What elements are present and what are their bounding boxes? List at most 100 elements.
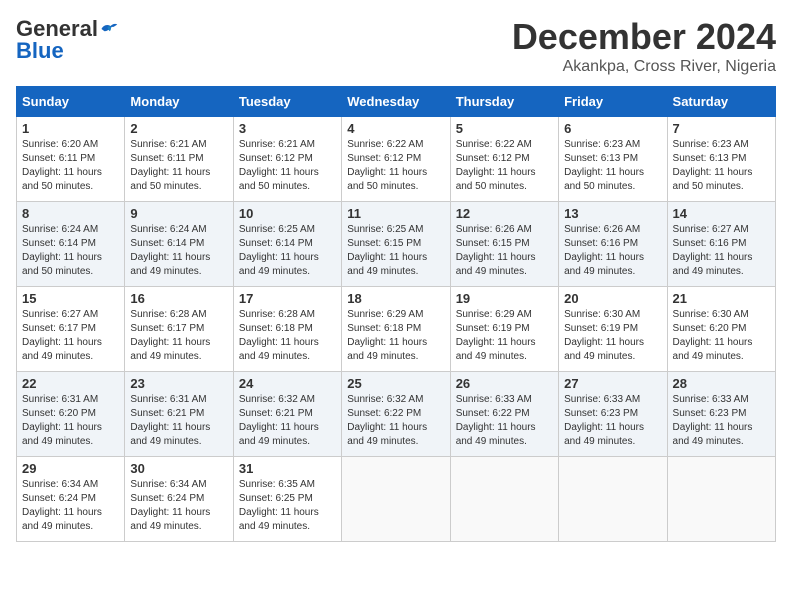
calendar-cell: 7 Sunrise: 6:23 AMSunset: 6:13 PMDayligh…: [667, 117, 775, 202]
calendar-cell: 24 Sunrise: 6:32 AMSunset: 6:21 PMDaylig…: [233, 372, 341, 457]
day-number: 26: [456, 376, 553, 391]
day-number: 16: [130, 291, 227, 306]
day-info: Sunrise: 6:25 AMSunset: 6:15 PMDaylight:…: [347, 224, 427, 277]
logo-blue: Blue: [16, 38, 64, 64]
weekday-header-cell: Wednesday: [342, 87, 450, 117]
day-number: 31: [239, 461, 336, 476]
day-info: Sunrise: 6:33 AMSunset: 6:23 PMDaylight:…: [564, 394, 644, 447]
day-info: Sunrise: 6:27 AMSunset: 6:16 PMDaylight:…: [673, 224, 753, 277]
day-number: 30: [130, 461, 227, 476]
calendar-cell: 4 Sunrise: 6:22 AMSunset: 6:12 PMDayligh…: [342, 117, 450, 202]
calendar-cell: [559, 457, 667, 542]
calendar-cell: 29 Sunrise: 6:34 AMSunset: 6:24 PMDaylig…: [17, 457, 125, 542]
day-number: 13: [564, 206, 661, 221]
day-number: 25: [347, 376, 444, 391]
day-info: Sunrise: 6:30 AMSunset: 6:20 PMDaylight:…: [673, 309, 753, 362]
title-block: December 2024 Akankpa, Cross River, Nige…: [512, 16, 776, 76]
calendar-cell: 28 Sunrise: 6:33 AMSunset: 6:23 PMDaylig…: [667, 372, 775, 457]
day-number: 24: [239, 376, 336, 391]
calendar-body: 1 Sunrise: 6:20 AMSunset: 6:11 PMDayligh…: [17, 117, 776, 542]
day-number: 15: [22, 291, 119, 306]
calendar-cell: 17 Sunrise: 6:28 AMSunset: 6:18 PMDaylig…: [233, 287, 341, 372]
weekday-header-cell: Saturday: [667, 87, 775, 117]
page-header: General Blue December 2024 Akankpa, Cros…: [16, 16, 776, 76]
day-info: Sunrise: 6:33 AMSunset: 6:23 PMDaylight:…: [673, 394, 753, 447]
day-number: 7: [673, 121, 770, 136]
day-info: Sunrise: 6:34 AMSunset: 6:24 PMDaylight:…: [130, 479, 210, 532]
day-number: 18: [347, 291, 444, 306]
calendar-cell: 20 Sunrise: 6:30 AMSunset: 6:19 PMDaylig…: [559, 287, 667, 372]
calendar-table: SundayMondayTuesdayWednesdayThursdayFrid…: [16, 86, 776, 542]
weekday-header-cell: Monday: [125, 87, 233, 117]
calendar-cell: 27 Sunrise: 6:33 AMSunset: 6:23 PMDaylig…: [559, 372, 667, 457]
day-info: Sunrise: 6:35 AMSunset: 6:25 PMDaylight:…: [239, 479, 319, 532]
calendar-cell: 11 Sunrise: 6:25 AMSunset: 6:15 PMDaylig…: [342, 202, 450, 287]
weekday-header-cell: Tuesday: [233, 87, 341, 117]
calendar-cell: 5 Sunrise: 6:22 AMSunset: 6:12 PMDayligh…: [450, 117, 558, 202]
logo-bird-icon: [100, 22, 118, 36]
day-info: Sunrise: 6:26 AMSunset: 6:15 PMDaylight:…: [456, 224, 536, 277]
calendar-week-row: 29 Sunrise: 6:34 AMSunset: 6:24 PMDaylig…: [17, 457, 776, 542]
day-number: 14: [673, 206, 770, 221]
location: Akankpa, Cross River, Nigeria: [512, 58, 776, 76]
calendar-cell: 9 Sunrise: 6:24 AMSunset: 6:14 PMDayligh…: [125, 202, 233, 287]
calendar-cell: 12 Sunrise: 6:26 AMSunset: 6:15 PMDaylig…: [450, 202, 558, 287]
day-info: Sunrise: 6:27 AMSunset: 6:17 PMDaylight:…: [22, 309, 102, 362]
day-info: Sunrise: 6:28 AMSunset: 6:18 PMDaylight:…: [239, 309, 319, 362]
day-info: Sunrise: 6:28 AMSunset: 6:17 PMDaylight:…: [130, 309, 210, 362]
day-info: Sunrise: 6:23 AMSunset: 6:13 PMDaylight:…: [673, 139, 753, 192]
day-number: 21: [673, 291, 770, 306]
day-info: Sunrise: 6:32 AMSunset: 6:21 PMDaylight:…: [239, 394, 319, 447]
day-info: Sunrise: 6:30 AMSunset: 6:19 PMDaylight:…: [564, 309, 644, 362]
calendar-cell: [667, 457, 775, 542]
calendar-cell: 31 Sunrise: 6:35 AMSunset: 6:25 PMDaylig…: [233, 457, 341, 542]
calendar-cell: [342, 457, 450, 542]
calendar-cell: 13 Sunrise: 6:26 AMSunset: 6:16 PMDaylig…: [559, 202, 667, 287]
day-number: 27: [564, 376, 661, 391]
day-number: 22: [22, 376, 119, 391]
calendar-week-row: 15 Sunrise: 6:27 AMSunset: 6:17 PMDaylig…: [17, 287, 776, 372]
calendar-cell: 8 Sunrise: 6:24 AMSunset: 6:14 PMDayligh…: [17, 202, 125, 287]
calendar-cell: 14 Sunrise: 6:27 AMSunset: 6:16 PMDaylig…: [667, 202, 775, 287]
calendar-cell: 30 Sunrise: 6:34 AMSunset: 6:24 PMDaylig…: [125, 457, 233, 542]
day-number: 20: [564, 291, 661, 306]
day-number: 6: [564, 121, 661, 136]
calendar-cell: 22 Sunrise: 6:31 AMSunset: 6:20 PMDaylig…: [17, 372, 125, 457]
day-number: 4: [347, 121, 444, 136]
month-title: December 2024: [512, 16, 776, 58]
day-info: Sunrise: 6:32 AMSunset: 6:22 PMDaylight:…: [347, 394, 427, 447]
weekday-header-cell: Thursday: [450, 87, 558, 117]
day-number: 9: [130, 206, 227, 221]
day-number: 23: [130, 376, 227, 391]
day-number: 28: [673, 376, 770, 391]
logo: General Blue: [16, 16, 118, 64]
calendar-cell: 19 Sunrise: 6:29 AMSunset: 6:19 PMDaylig…: [450, 287, 558, 372]
day-info: Sunrise: 6:24 AMSunset: 6:14 PMDaylight:…: [130, 224, 210, 277]
day-info: Sunrise: 6:21 AMSunset: 6:12 PMDaylight:…: [239, 139, 319, 192]
calendar-cell: 10 Sunrise: 6:25 AMSunset: 6:14 PMDaylig…: [233, 202, 341, 287]
day-info: Sunrise: 6:29 AMSunset: 6:18 PMDaylight:…: [347, 309, 427, 362]
day-info: Sunrise: 6:26 AMSunset: 6:16 PMDaylight:…: [564, 224, 644, 277]
day-info: Sunrise: 6:22 AMSunset: 6:12 PMDaylight:…: [456, 139, 536, 192]
day-info: Sunrise: 6:31 AMSunset: 6:20 PMDaylight:…: [22, 394, 102, 447]
day-number: 2: [130, 121, 227, 136]
day-number: 10: [239, 206, 336, 221]
day-info: Sunrise: 6:34 AMSunset: 6:24 PMDaylight:…: [22, 479, 102, 532]
calendar-cell: 23 Sunrise: 6:31 AMSunset: 6:21 PMDaylig…: [125, 372, 233, 457]
calendar-cell: 1 Sunrise: 6:20 AMSunset: 6:11 PMDayligh…: [17, 117, 125, 202]
day-number: 1: [22, 121, 119, 136]
day-info: Sunrise: 6:33 AMSunset: 6:22 PMDaylight:…: [456, 394, 536, 447]
day-info: Sunrise: 6:29 AMSunset: 6:19 PMDaylight:…: [456, 309, 536, 362]
calendar-cell: 2 Sunrise: 6:21 AMSunset: 6:11 PMDayligh…: [125, 117, 233, 202]
day-info: Sunrise: 6:23 AMSunset: 6:13 PMDaylight:…: [564, 139, 644, 192]
day-number: 12: [456, 206, 553, 221]
day-info: Sunrise: 6:25 AMSunset: 6:14 PMDaylight:…: [239, 224, 319, 277]
day-number: 8: [22, 206, 119, 221]
calendar-cell: 18 Sunrise: 6:29 AMSunset: 6:18 PMDaylig…: [342, 287, 450, 372]
calendar-cell: 3 Sunrise: 6:21 AMSunset: 6:12 PMDayligh…: [233, 117, 341, 202]
calendar-week-row: 22 Sunrise: 6:31 AMSunset: 6:20 PMDaylig…: [17, 372, 776, 457]
day-info: Sunrise: 6:20 AMSunset: 6:11 PMDaylight:…: [22, 139, 102, 192]
day-number: 11: [347, 206, 444, 221]
calendar-cell: [450, 457, 558, 542]
calendar-cell: 6 Sunrise: 6:23 AMSunset: 6:13 PMDayligh…: [559, 117, 667, 202]
